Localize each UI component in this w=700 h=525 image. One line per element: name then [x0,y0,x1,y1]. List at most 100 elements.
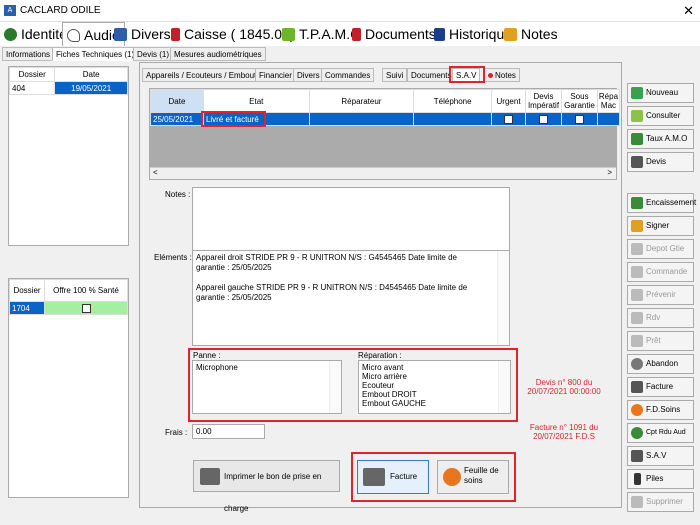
frais-input[interactable]: 0.00 [192,424,265,439]
supprimer-button[interactable]: Supprimer [627,492,694,512]
subtab-mesures[interactable]: Mesures audiométriques [170,47,266,61]
column-header[interactable]: Dossier [9,279,45,302]
tab-notes[interactable]: Notes [504,22,558,46]
innertab-divers[interactable]: Divers [293,68,324,82]
tab-documents[interactable]: Documents [352,22,436,46]
red-dot-icon [488,73,493,78]
vertical-scrollbar[interactable] [498,361,510,413]
nouveau-button[interactable]: Nouveau [627,83,694,103]
panne-label: Panne : [193,351,221,360]
column-header[interactable]: Téléphone [413,89,493,113]
cell [308,112,415,126]
encaissement-button[interactable]: Encaissement [627,193,696,213]
pret-button[interactable]: Prêt [627,331,694,351]
fdsoins-button[interactable]: F.D.Soins [627,400,694,420]
devis-info: Devis n° 800 du 20/07/2021 00:00:00 [527,378,601,396]
cpt-rdu-aud-button[interactable]: Cpt Rdu Aud [627,423,694,443]
print-button[interactable]: Imprimer le bon de prise en charge [193,460,340,513]
column-header[interactable]: Devis Impératif [525,89,562,113]
innertab-financier[interactable]: Financier [255,68,296,82]
button-label: Nouveau [646,88,679,97]
elements-line-1: Appareil droit STRIDE PR 9 - R UNITRON N… [196,253,457,272]
button-label: F.D.Soins [646,405,681,414]
column-header[interactable]: Dossier [8,67,56,82]
notes-textarea[interactable] [192,187,510,253]
tab-identite[interactable]: Identité [4,22,67,46]
list-item[interactable]: Embout DROIT [362,390,507,399]
scroll-right-icon[interactable]: > [607,168,612,177]
close-button[interactable]: ✕ [683,3,694,19]
table-row[interactable]: 1704 [9,301,128,315]
facture-side-button[interactable]: Facture [627,377,694,397]
reparation-list[interactable]: Micro avant Micro arrière Ecouteur Embou… [358,360,511,414]
innertab-notes[interactable]: Notes [484,68,520,82]
subtab-informations[interactable]: Informations [2,47,55,61]
new-icon [631,87,643,99]
piles-button[interactable]: Piles [627,469,694,489]
commande-button[interactable]: Commande [627,262,694,282]
column-header[interactable]: Sous Garantie [560,89,598,113]
cell [525,112,562,126]
prevenir-button[interactable]: Prévenir [627,285,694,305]
frais-label: Frais : [165,428,188,437]
list-item[interactable]: Embout GAUCHE [362,399,507,408]
button-label: S.A.V [646,451,667,460]
column-header[interactable]: Répa Mac [596,89,621,113]
cell: 404 [8,81,56,95]
cancel-icon [631,358,643,370]
column-header[interactable]: Date [150,89,204,113]
tab-historique[interactable]: Historique [434,22,512,46]
list-icon [114,28,127,41]
tab-tpamc[interactable]: T.P.A.M.C [282,22,360,46]
tab-divers[interactable]: Divers [114,22,171,46]
column-header[interactable]: Urgent [491,89,527,113]
list-item[interactable]: Micro arrière [362,372,507,381]
depot-gtie-button[interactable]: Depot Gtie [627,239,694,259]
vertical-scrollbar[interactable] [329,361,341,413]
tab-caisse[interactable]: Caisse ( 1845.00) [171,22,295,46]
list-item[interactable]: Microphone [196,363,338,373]
elements-textarea[interactable]: Appareil droit STRIDE PR 9 - R UNITRON N… [192,250,510,346]
column-header[interactable]: Réparateur [308,89,415,113]
devis-button[interactable]: Devis [627,152,694,172]
cell: 25/05/2021 [150,112,204,126]
subtab-devis[interactable]: Devis (1) [133,47,174,61]
button-label: Consulter [646,111,681,120]
table-row[interactable]: 404 19/05/2021 [8,81,128,95]
lifebuoy-icon [631,404,643,416]
sav-button[interactable]: S.A.V [627,446,694,466]
signer-button[interactable]: Signer [627,216,694,236]
urgent-checkbox[interactable] [504,114,514,124]
facture-info: Facture n° 1091 du 20/07/2021 F.D.S [529,423,599,441]
offre-checkbox[interactable] [81,303,91,313]
vertical-scrollbar[interactable] [497,251,509,345]
ear-icon [67,29,80,42]
subtab-fiches-techniques[interactable]: Fiches Techniques (1) [52,47,139,61]
list-item[interactable]: Ecouteur [362,381,507,390]
taux-amo-button[interactable]: Taux A.M.O [627,129,694,149]
tab-label: Identité [21,26,67,42]
panne-list[interactable]: Microphone [192,360,342,414]
rdv-button[interactable]: Rdv [627,308,694,328]
consulter-button[interactable]: Consulter [627,106,694,126]
elements-label: Eléments : [154,253,192,262]
delete-icon [631,496,643,508]
column-header[interactable]: Etat [202,89,310,113]
innertab-suivi[interactable]: Suivi [382,68,408,82]
facture-button[interactable]: Facture [357,460,429,494]
window-title: CACLARD ODILE [20,5,101,16]
column-header[interactable]: Offre 100 % Santé [44,279,128,302]
notes-label: Notes : [165,190,191,199]
feuille-soins-button[interactable]: Feuille de soins [437,460,509,494]
innertab-commandes[interactable]: Commandes [321,68,375,82]
sous-garantie-checkbox[interactable] [574,114,584,124]
innertab-appareils[interactable]: Appareils / Ecouteurs / Embouts [142,68,265,82]
abandon-button[interactable]: Abandon [627,354,694,374]
horizontal-scrollbar[interactable]: < > [150,167,616,179]
list-item[interactable]: Micro avant [362,363,507,372]
devis-imperatif-checkbox[interactable] [539,114,548,124]
scroll-left-icon[interactable]: < [153,168,158,177]
lifebuoy-icon [443,468,461,486]
printer-icon [363,468,385,486]
column-header[interactable]: Date [54,67,128,82]
